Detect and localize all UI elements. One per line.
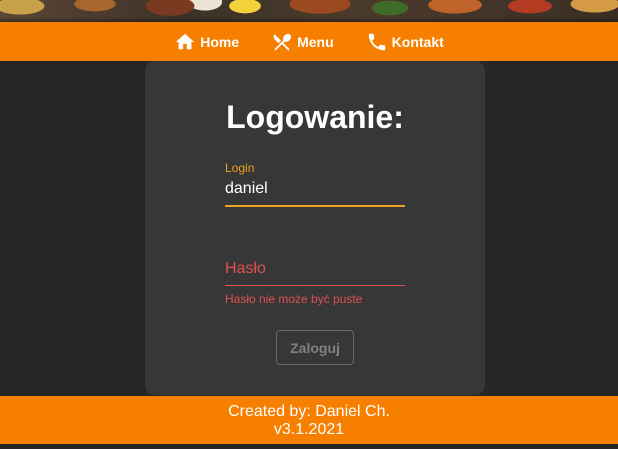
login-field-label: Login: [225, 161, 255, 175]
nav-item-kontakt[interactable]: Kontakt: [366, 31, 444, 53]
password-field: Hasło nie może być puste: [225, 255, 405, 306]
header-banner-image: [0, 0, 618, 22]
nav-bar: Home Menu Kontakt: [0, 22, 618, 61]
footer-version: v3.1.2021: [273, 421, 345, 438]
login-field: Login: [225, 161, 405, 207]
password-input[interactable]: [225, 255, 405, 286]
login-title: Logowanie:: [226, 99, 404, 135]
password-error-message: Hasło nie może być puste: [225, 292, 363, 306]
login-input[interactable]: [225, 175, 405, 207]
nav-item-home-label: Home: [200, 33, 240, 50]
nav-item-home[interactable]: Home: [174, 31, 239, 53]
nav-item-menu-label: Menu: [297, 33, 334, 50]
login-card: Logowanie: Login Hasło nie może być pust…: [145, 61, 485, 395]
home-icon: [176, 33, 195, 49]
nav-item-kontakt-label: Kontakt: [391, 33, 444, 50]
phone-icon: [368, 33, 385, 50]
nav-item-menu[interactable]: Menu: [271, 31, 334, 53]
footer-credits: Created by: Daniel Ch.: [228, 403, 390, 420]
login-button[interactable]: Zaloguj: [276, 330, 354, 365]
footer: Created by: Daniel Ch. v3.1.2021: [0, 396, 618, 444]
cutlery-icon: [273, 33, 292, 51]
